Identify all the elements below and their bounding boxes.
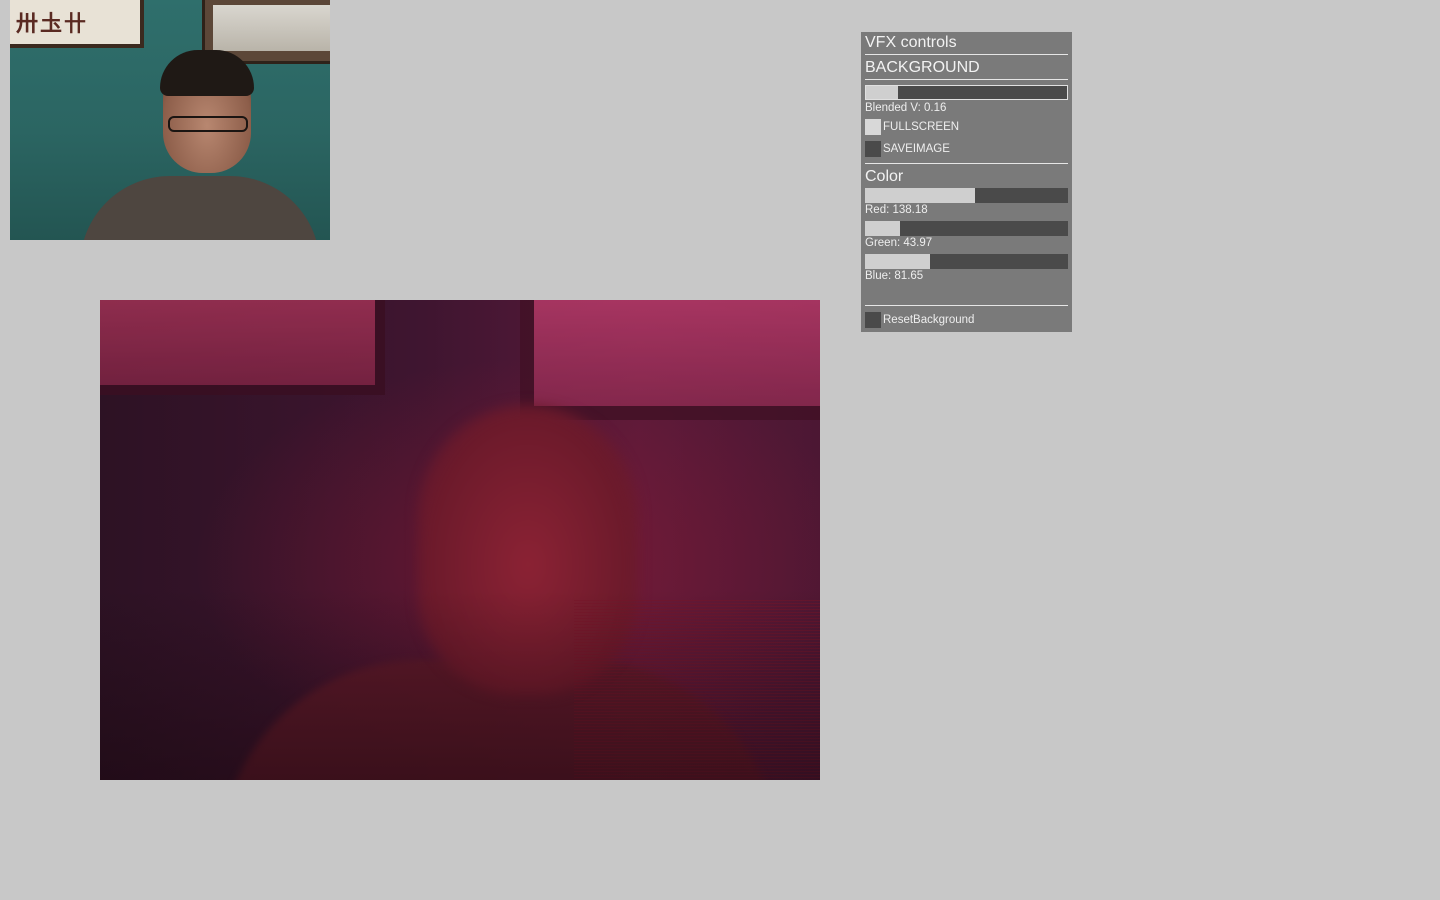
saveimage-label: SAVEIMAGE [883, 143, 950, 155]
person-body [80, 176, 320, 240]
background-section-title: BACKGROUND [865, 59, 980, 76]
reset-background-label: ResetBackground [883, 314, 975, 326]
blended-label: Blended V: 0.16 [865, 102, 947, 114]
green-label: Green: 43.97 [865, 237, 933, 249]
reset-background-checkbox[interactable] [865, 312, 881, 328]
fullscreen-checkbox[interactable] [865, 119, 881, 135]
panel-title: VFX controls [865, 34, 957, 51]
section-divider [865, 305, 1068, 306]
panel-divider [865, 54, 1068, 55]
person-glasses [168, 116, 248, 132]
frame-photo [213, 5, 330, 51]
blue-slider-fill [865, 254, 930, 269]
fullscreen-label: FULLSCREEN [883, 121, 960, 133]
blended-slider-fill [866, 86, 899, 99]
blue-slider[interactable] [865, 254, 1068, 269]
red-label: Red: 138.18 [865, 204, 928, 216]
wall-frame-left: 卅圡卄 [10, 0, 144, 48]
section-divider [865, 79, 1068, 80]
blended-slider[interactable] [865, 85, 1068, 100]
output-vignette [100, 300, 820, 780]
section-divider [865, 163, 1068, 164]
fullscreen-toggle[interactable]: FULLSCREEN [865, 119, 959, 135]
webcam-preview: 卅圡卄 [10, 0, 330, 240]
vfx-output-view [100, 300, 820, 780]
red-slider-fill [865, 188, 975, 203]
red-slider[interactable] [865, 188, 1068, 203]
green-slider-fill [865, 221, 900, 236]
frame-artwork-text: 卅圡卄 [16, 11, 89, 37]
reset-background-button[interactable]: ResetBackground [865, 312, 974, 328]
vfx-control-panel: VFX controls BACKGROUND Blended V: 0.16 … [861, 32, 1072, 332]
green-slider[interactable] [865, 221, 1068, 236]
saveimage-toggle[interactable]: SAVEIMAGE [865, 141, 950, 157]
blue-label: Blue: 81.65 [865, 270, 924, 282]
color-section-title: Color [865, 168, 904, 185]
saveimage-checkbox[interactable] [865, 141, 881, 157]
